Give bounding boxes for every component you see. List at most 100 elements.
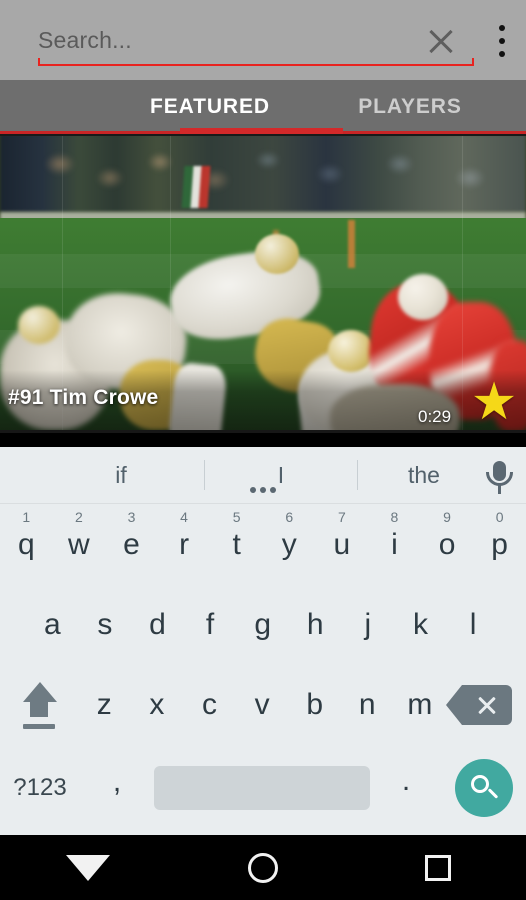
period-key[interactable]: . (370, 748, 442, 828)
home-button[interactable] (175, 835, 350, 900)
key-q-label: q (17, 528, 35, 561)
video-title: #91 Tim Crowe (8, 386, 159, 409)
key-o-number: 9 (443, 509, 451, 525)
suggestion-3-label: the (408, 461, 440, 488)
close-icon[interactable] (424, 24, 458, 58)
key-h-label: h (306, 608, 324, 641)
star-icon[interactable]: ★ (470, 376, 518, 428)
key-g[interactable]: g (236, 585, 289, 665)
card-top-edge (0, 134, 526, 136)
keyboard-row-4: ?123 , . (0, 748, 526, 828)
tab-featured[interactable]: FEATURED (94, 80, 326, 134)
key-w-label: w (68, 528, 90, 561)
key-p[interactable]: 0 p (473, 505, 526, 585)
hide-keyboard-button[interactable] (0, 835, 175, 900)
key-r[interactable]: 4 r (158, 505, 211, 585)
key-i[interactable]: 8 i (368, 505, 421, 585)
key-v-label: v (254, 688, 270, 721)
key-p-label: p (491, 528, 508, 561)
tab-featured-label: FEATURED (150, 95, 270, 118)
key-r-number: 4 (180, 509, 188, 525)
android-navigation-bar (0, 835, 526, 900)
symbols-key-label: ?123 (13, 774, 67, 801)
backspace-icon[interactable] (446, 665, 524, 745)
key-k-label: k (412, 608, 428, 641)
key-x-label: x (149, 688, 165, 721)
suggestion-1-label: if (115, 461, 127, 488)
shift-icon[interactable] (0, 665, 78, 745)
key-r-label: r (179, 528, 190, 561)
recents-square-icon (424, 854, 451, 881)
key-i-label: i (391, 528, 398, 561)
key-c[interactable]: c (183, 665, 236, 745)
key-o[interactable]: 9 o (421, 505, 474, 585)
key-t[interactable]: 5 t (210, 505, 263, 585)
key-n[interactable]: n (341, 665, 394, 745)
tab-players-label: PLAYERS (358, 95, 462, 118)
key-q[interactable]: 1 q (0, 505, 53, 585)
key-t-label: t (232, 528, 241, 561)
key-w[interactable]: 2 w (53, 505, 106, 585)
key-s-label: s (97, 608, 113, 641)
home-circle-icon (247, 852, 278, 883)
key-u-label: u (333, 528, 351, 561)
key-d-label: d (149, 608, 166, 641)
microphone-icon[interactable] (484, 461, 514, 495)
key-y-label: y (281, 528, 297, 561)
comma-key-label: , (112, 765, 122, 798)
suggestion-2[interactable]: I (205, 447, 357, 504)
search-placeholder-text: Search... (38, 26, 132, 53)
suggestion-strip: if I the (0, 447, 526, 504)
hide-keyboard-icon (65, 854, 110, 881)
key-n-label: n (358, 688, 376, 721)
key-i-number: 8 (390, 509, 399, 525)
space-key[interactable] (154, 748, 370, 828)
search-input[interactable]: Search... (38, 11, 474, 69)
key-j[interactable]: j (342, 585, 395, 665)
keyboard-row-1: 1 q 2 w 3 e 4 r 5 t 6 y 7 u 8 i 9 o 0 p (0, 505, 526, 585)
key-k[interactable]: k (394, 585, 447, 665)
key-e-number: 3 (127, 509, 136, 525)
key-d[interactable]: d (131, 585, 184, 665)
key-l-label: l (469, 608, 477, 641)
period-key-label: . (401, 764, 411, 797)
key-s[interactable]: s (79, 585, 132, 665)
suggestion-3[interactable]: the (358, 447, 490, 504)
key-z[interactable]: z (78, 665, 131, 745)
key-h[interactable]: h (289, 585, 342, 665)
key-c-label: c (201, 688, 217, 721)
symbols-key[interactable]: ?123 (0, 748, 80, 828)
more-vertical-icon[interactable] (498, 25, 506, 57)
key-a-label: a (43, 608, 61, 641)
key-o-label: o (438, 528, 456, 561)
key-b-label: b (306, 688, 324, 721)
key-u-number: 7 (337, 509, 346, 525)
key-l[interactable]: l (447, 585, 500, 665)
key-f-label: f (205, 608, 215, 641)
key-a[interactable]: a (26, 585, 79, 665)
keyboard-row-3: z x c v b n m (0, 665, 526, 745)
recents-button[interactable] (350, 835, 525, 900)
key-w-number: 2 (74, 509, 83, 525)
key-x[interactable]: x (131, 665, 184, 745)
suggestion-2-label: I (277, 461, 285, 488)
more-dots-icon[interactable] (250, 487, 276, 493)
tab-players[interactable]: PLAYERS (294, 80, 526, 134)
key-z-label: z (96, 688, 112, 721)
key-t-number: 5 (232, 509, 241, 525)
comma-key[interactable]: , (80, 748, 154, 828)
key-q-number: 1 (22, 509, 31, 525)
suggestion-1[interactable]: if (38, 447, 204, 504)
video-duration: 0:29 (418, 407, 452, 426)
key-g-label: g (254, 608, 272, 641)
key-b[interactable]: b (288, 665, 341, 745)
search-action-key[interactable] (442, 748, 526, 828)
search-underline (38, 58, 474, 66)
key-v[interactable]: v (236, 665, 289, 745)
key-y[interactable]: 6 y (263, 505, 316, 585)
key-f[interactable]: f (184, 585, 237, 665)
key-e[interactable]: 3 e (105, 505, 158, 585)
search-icon[interactable] (455, 759, 513, 817)
key-m[interactable]: m (394, 665, 447, 745)
key-u[interactable]: 7 u (316, 505, 369, 585)
